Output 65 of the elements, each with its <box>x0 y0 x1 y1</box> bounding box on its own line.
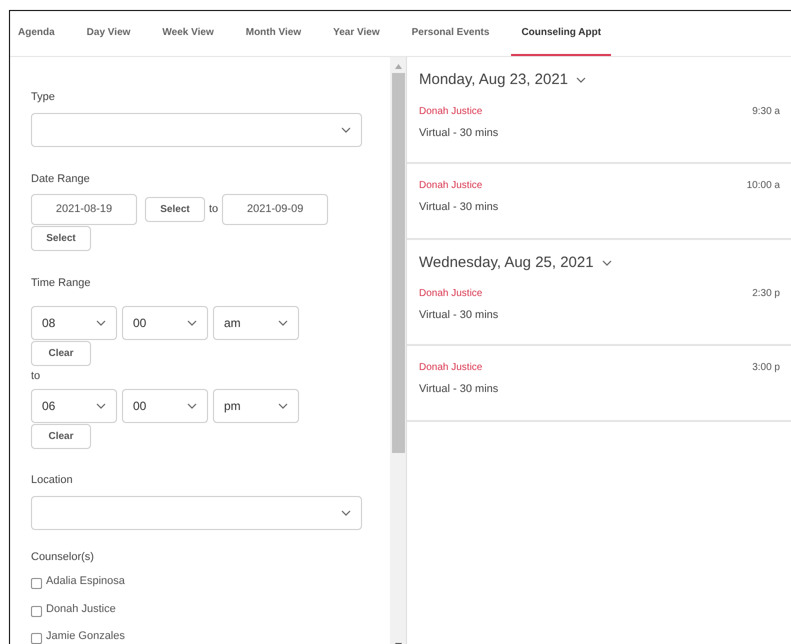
chevron-down-icon <box>341 510 351 516</box>
chevron-down-icon <box>341 126 351 132</box>
end-date-field[interactable]: 2021-09-09 <box>222 194 328 225</box>
date-heading: Wednesday, Aug 25, 2021 <box>419 252 594 272</box>
hour-select[interactable]: 06 <box>31 389 117 423</box>
appointment-detail: Virtual - 30 mins <box>419 382 498 397</box>
chevron-down-icon <box>278 320 288 326</box>
counselor-link[interactable]: Donah Justice <box>419 104 498 118</box>
tab[interactable]: Week View <box>146 11 230 56</box>
scroll-up-icon[interactable] <box>394 64 402 69</box>
counselor-link[interactable]: Donah Justice <box>419 286 498 301</box>
tab[interactable]: Personal Events <box>396 11 506 56</box>
checkbox[interactable] <box>31 606 42 616</box>
chevron-down-icon <box>96 403 106 409</box>
counselor-link[interactable]: Donah Justice <box>419 360 498 375</box>
tab[interactable]: Month View <box>230 11 318 56</box>
scrollbar[interactable] <box>390 57 406 644</box>
field-label: Time Range <box>31 276 92 291</box>
counselor-name: Adalia Espinosa <box>46 574 125 589</box>
tab[interactable]: Day View <box>70 11 146 56</box>
appointment-detail: Virtual - 30 mins <box>419 126 498 140</box>
chevron-down-icon <box>187 320 197 326</box>
field-label: Date Range <box>31 172 91 186</box>
appointment-item[interactable]: Donah Justice Virtual - 30 mins 9:30 a <box>407 100 791 164</box>
select-button[interactable]: Select <box>31 226 91 251</box>
field-label: Counselor(s) <box>31 550 95 564</box>
appointment-time: 2:30 p <box>752 287 780 301</box>
field-label: Location <box>31 473 74 488</box>
range-separator: to <box>209 202 218 218</box>
field-label: to <box>31 368 42 384</box>
period-select[interactable]: am <box>213 306 299 340</box>
minute-select[interactable]: 00 <box>122 306 208 340</box>
tab[interactable]: Counseling Appt <box>511 11 612 56</box>
select-button[interactable]: Clear <box>31 340 91 366</box>
appointment-item[interactable]: Donah Justice Virtual - 30 mins 10:00 a <box>407 164 791 240</box>
checkbox[interactable] <box>31 578 42 589</box>
type-select[interactable] <box>31 112 362 146</box>
tab[interactable]: Year View <box>317 11 396 56</box>
appointment-time: 10:00 a <box>746 178 780 192</box>
appointment-time: 9:30 a <box>752 104 780 118</box>
tab[interactable]: Agenda <box>18 11 71 56</box>
checkbox[interactable] <box>31 633 42 644</box>
chevron-down-icon <box>187 403 197 409</box>
counselor-name: Jamie Gonzales <box>46 629 125 644</box>
appointment-item[interactable]: Donah Justice Virtual - 30 mins 2:30 p <box>407 282 791 346</box>
appointment-detail: Virtual - 30 mins <box>419 200 498 214</box>
location-select[interactable] <box>31 496 362 530</box>
start-date-field[interactable]: 2021-08-19 <box>31 194 137 225</box>
field-label: Type <box>31 90 56 105</box>
appointment-time: 3:00 p <box>752 361 780 375</box>
counselor-link[interactable]: Donah Justice <box>419 178 498 192</box>
chevron-down-icon <box>602 260 612 266</box>
select-button[interactable]: Clear <box>31 424 91 449</box>
counselor-name: Donah Justice <box>46 602 116 616</box>
scrollbar-thumb[interactable] <box>392 73 404 453</box>
chevron-down-icon <box>278 403 288 409</box>
period-select[interactable]: pm <box>213 389 299 423</box>
select-button[interactable]: Select <box>145 197 205 222</box>
appointment-detail: Virtual - 30 mins <box>419 308 498 323</box>
hour-select[interactable]: 08 <box>31 306 117 340</box>
minute-select[interactable]: 00 <box>122 389 208 423</box>
appointment-item[interactable]: Donah Justice Virtual - 30 mins 3:00 p <box>407 346 791 422</box>
date-heading: Monday, Aug 23, 2021 <box>419 70 568 90</box>
chevron-down-icon <box>576 77 586 84</box>
chevron-down-icon <box>96 320 106 326</box>
